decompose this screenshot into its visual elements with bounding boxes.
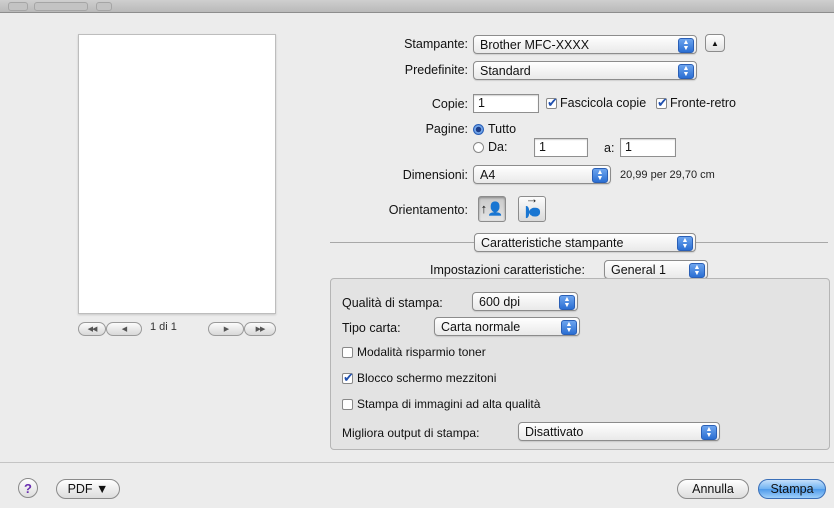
duplex-checkbox-row[interactable]: Fronte-retro [656, 95, 736, 111]
presets-label: Predefinite: [404, 63, 468, 77]
last-page-button[interactable]: ▶▶ [244, 322, 276, 336]
popup-arrows-icon: ▲ ▼ [677, 236, 693, 251]
paper-size-popup[interactable]: A4 ▲ ▼ [473, 165, 611, 184]
page-indicator: 1 di 1 [150, 321, 177, 333]
portrait-icon: ↑👤 [480, 201, 504, 216]
help-icon: ? [24, 480, 32, 496]
feature-sets-value: General 1 [611, 263, 666, 277]
improve-output-label: Migliora output di stampa: [342, 426, 480, 440]
hq-image-checkbox[interactable] [342, 398, 353, 410]
printer-label: Stampante: [404, 37, 468, 51]
print-quality-popup[interactable]: 600 dpi ▲ ▼ [472, 292, 578, 311]
pages-all-radio-row[interactable]: Tutto [473, 122, 516, 136]
print-quality-value: 600 dpi [479, 295, 521, 309]
panel-selector-value: Caratteristiche stampante [481, 236, 624, 250]
footer-separator [0, 462, 834, 463]
print-label: Stampa [770, 482, 814, 496]
pages-to-label: a: [604, 141, 615, 155]
panel-selector-popup[interactable]: Caratteristiche stampante ▲ ▼ [474, 233, 696, 252]
landscape-orientation-button[interactable]: ↑👤 [518, 196, 546, 222]
copies-field[interactable]: 1 [473, 94, 539, 113]
disclosure-button[interactable]: ▲ [705, 34, 725, 52]
toner-save-checkbox[interactable] [342, 346, 353, 358]
disclosure-triangle-icon: ▲ [711, 38, 719, 48]
window-toolbar-strip [0, 0, 834, 13]
paper-dimensions: 20,99 per 29,70 cm [620, 169, 715, 181]
duplex-checkbox[interactable] [656, 95, 668, 111]
first-page-button[interactable]: ◀◀ [78, 322, 106, 336]
toolbar-ghost-field [34, 2, 88, 11]
printer-popup[interactable]: Brother MFC-XXXX ▲ ▼ [473, 35, 697, 54]
paper-size-value: A4 [480, 168, 496, 182]
feature-sets-popup[interactable]: General 1 ▲ ▼ [604, 260, 708, 279]
pdf-menu-label: PDF ▼ [67, 482, 109, 496]
improve-output-popup[interactable]: Disattivato ▲ ▼ [518, 422, 720, 441]
media-type-popup[interactable]: Carta normale ▲ ▼ [434, 317, 580, 336]
popup-arrows-icon: ▲ ▼ [689, 263, 705, 278]
collate-checkbox[interactable] [546, 95, 558, 111]
pages-range-radio-row[interactable]: Da: [473, 140, 507, 154]
feature-sets-label: Impostazioni caratteristiche: [430, 263, 585, 277]
pages-from-field[interactable]: 1 [534, 138, 588, 157]
previous-page-icon: ◀ [121, 326, 127, 333]
next-page-icon: ▶ [223, 326, 229, 333]
halftone-lock-row[interactable]: Blocco schermo mezzitoni [342, 370, 497, 386]
presets-popup[interactable]: Standard ▲ ▼ [473, 61, 697, 80]
popup-arrows-icon: ▲ ▼ [678, 38, 694, 53]
print-quality-label: Qualità di stampa: [342, 296, 443, 310]
previous-page-button[interactable]: ◀ [106, 322, 142, 336]
pages-to-field[interactable]: 1 [620, 138, 676, 157]
toner-save-row[interactable]: Modalità risparmio toner [342, 345, 486, 359]
page-preview [78, 34, 276, 314]
popup-arrows-icon: ▲ ▼ [701, 425, 717, 440]
pages-label: Pagine: [425, 122, 468, 136]
popup-arrows-icon: ▲ ▼ [592, 168, 608, 183]
presets-value: Standard [480, 64, 531, 78]
toolbar-ghost-button [8, 2, 28, 11]
paper-size-label: Dimensioni: [402, 168, 468, 182]
cancel-label: Annulla [692, 482, 734, 496]
halftone-lock-label: Blocco schermo mezzitoni [357, 371, 497, 385]
pages-all-label: Tutto [488, 122, 517, 136]
next-page-button[interactable]: ▶ [208, 322, 244, 336]
popup-arrows-icon: ▲ ▼ [561, 320, 577, 335]
duplex-label: Fronte-retro [670, 96, 736, 110]
cancel-button[interactable]: Annulla [677, 479, 749, 499]
pages-from-label: Da: [488, 140, 508, 154]
hq-image-row[interactable]: Stampa di immagini ad alta qualità [342, 397, 540, 411]
popup-arrows-icon: ▲ ▼ [678, 64, 694, 79]
halftone-lock-checkbox[interactable] [342, 370, 354, 386]
landscape-icon: ↑👤 [525, 197, 540, 221]
collate-label: Fascicola copie [560, 96, 647, 110]
collate-checkbox-row[interactable]: Fascicola copie [546, 95, 647, 111]
pdf-menu-button[interactable]: PDF ▼ [56, 479, 120, 499]
last-page-icon: ▶▶ [255, 326, 266, 333]
media-type-value: Carta normale [441, 320, 521, 334]
toolbar-ghost-button [96, 2, 112, 11]
orientation-label: Orientamento: [388, 203, 468, 217]
copies-label: Copie: [431, 97, 468, 111]
toner-save-label: Modalità risparmio toner [357, 345, 486, 359]
printer-value: Brother MFC-XXXX [480, 38, 590, 52]
print-button[interactable]: Stampa [758, 479, 826, 499]
help-button[interactable]: ? [18, 478, 38, 498]
media-type-label: Tipo carta: [342, 321, 401, 335]
popup-arrows-icon: ▲ ▼ [559, 295, 575, 310]
pages-range-radio[interactable] [473, 141, 484, 153]
improve-output-value: Disattivato [525, 425, 584, 439]
pages-all-radio[interactable] [473, 123, 484, 135]
first-page-icon: ◀◀ [87, 326, 98, 333]
portrait-orientation-button[interactable]: ↑👤 [478, 196, 506, 222]
hq-image-label: Stampa di immagini ad alta qualità [357, 397, 541, 411]
